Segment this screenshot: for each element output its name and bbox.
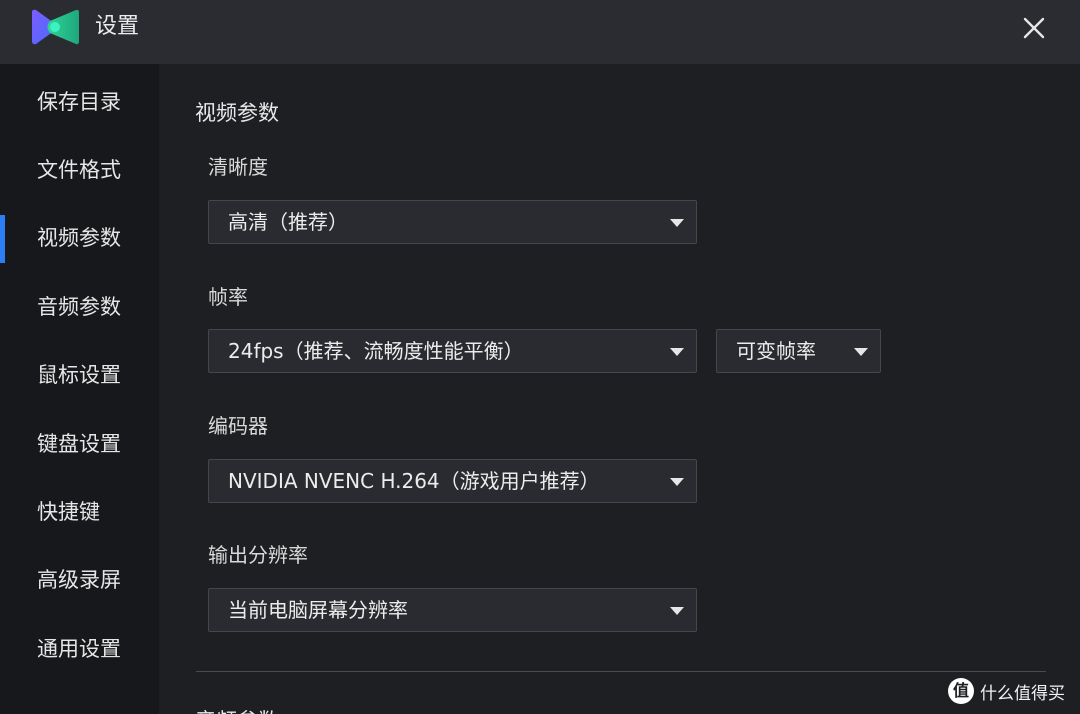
framerate-mode-select[interactable]: 可变帧率 <box>716 329 881 373</box>
sidebar-item-shortcuts[interactable]: 快捷键 <box>0 483 159 543</box>
sidebar-item-general-settings[interactable]: 通用设置 <box>0 620 159 680</box>
chevron-down-icon <box>854 348 868 356</box>
encoder-label: 编码器 <box>208 414 268 438</box>
section-divider <box>196 671 1046 672</box>
clarity-label: 清晰度 <box>208 155 268 179</box>
sidebar-item-label: 文件格式 <box>37 158 121 182</box>
settings-sidebar: 保存目录 文件格式 视频参数 音频参数 鼠标设置 键盘设置 快捷键 高级录屏 通… <box>0 64 159 714</box>
watermark-logo-icon: 值 <box>948 678 974 704</box>
title-bar: 设置 <box>0 0 1080 64</box>
sidebar-item-label: 快捷键 <box>37 500 100 524</box>
active-indicator <box>0 215 5 263</box>
settings-window: 设置 保存目录 文件格式 视频参数 音频参数 鼠标设置 键盘设置 快捷键 高级录… <box>0 0 1080 714</box>
sidebar-item-mouse-settings[interactable]: 鼠标设置 <box>0 346 159 406</box>
chevron-down-icon <box>670 348 684 356</box>
sidebar-item-label: 通用设置 <box>37 637 121 661</box>
framerate-select-value: 24fps（推荐、流畅度性能平衡） <box>228 339 524 363</box>
sidebar-item-label: 音频参数 <box>37 295 121 319</box>
close-button[interactable] <box>1016 10 1052 46</box>
encoder-select[interactable]: NVIDIA NVENC H.264（游戏用户推荐） <box>208 459 697 503</box>
sidebar-item-video-params[interactable]: 视频参数 <box>0 209 159 269</box>
framerate-select[interactable]: 24fps（推荐、流畅度性能平衡） <box>208 329 697 373</box>
watermark: 值 什么值得买 <box>948 676 1065 706</box>
sidebar-item-save-directory[interactable]: 保存目录 <box>0 73 159 133</box>
encoder-select-value: NVIDIA NVENC H.264（游戏用户推荐） <box>228 469 600 493</box>
clarity-select-value: 高清（推荐） <box>228 210 348 234</box>
chevron-down-icon <box>670 607 684 615</box>
watermark-text: 什么值得买 <box>980 683 1065 704</box>
framerate-mode-select-value: 可变帧率 <box>736 339 816 363</box>
sidebar-item-advanced-recording[interactable]: 高级录屏 <box>0 551 159 611</box>
sidebar-item-keyboard-settings[interactable]: 键盘设置 <box>0 415 159 475</box>
framerate-label: 帧率 <box>208 285 248 309</box>
sidebar-item-audio-params[interactable]: 音频参数 <box>0 278 159 338</box>
sidebar-item-label: 鼠标设置 <box>37 363 121 387</box>
clarity-select[interactable]: 高清（推荐） <box>208 200 697 244</box>
chevron-down-icon <box>670 219 684 227</box>
close-icon <box>1023 17 1045 39</box>
resolution-label: 输出分辨率 <box>208 543 308 567</box>
window-title: 设置 <box>95 14 140 39</box>
sidebar-item-label: 高级录屏 <box>37 568 121 592</box>
chevron-down-icon <box>670 478 684 486</box>
settings-content: 视频参数 清晰度 高清（推荐） 帧率 24fps（推荐、流畅度性能平衡） 可变帧… <box>159 64 1080 714</box>
sidebar-item-label: 键盘设置 <box>37 432 121 456</box>
section-title: 视频参数 <box>195 101 279 125</box>
sidebar-item-file-format[interactable]: 文件格式 <box>0 141 159 201</box>
resolution-select-value: 当前电脑屏幕分辨率 <box>228 598 408 622</box>
sidebar-item-label: 保存目录 <box>37 90 121 114</box>
next-section-title: 音频参数 <box>195 706 279 714</box>
resolution-select[interactable]: 当前电脑屏幕分辨率 <box>208 588 697 632</box>
sidebar-item-label: 视频参数 <box>37 226 121 250</box>
app-logo-icon <box>32 9 79 45</box>
